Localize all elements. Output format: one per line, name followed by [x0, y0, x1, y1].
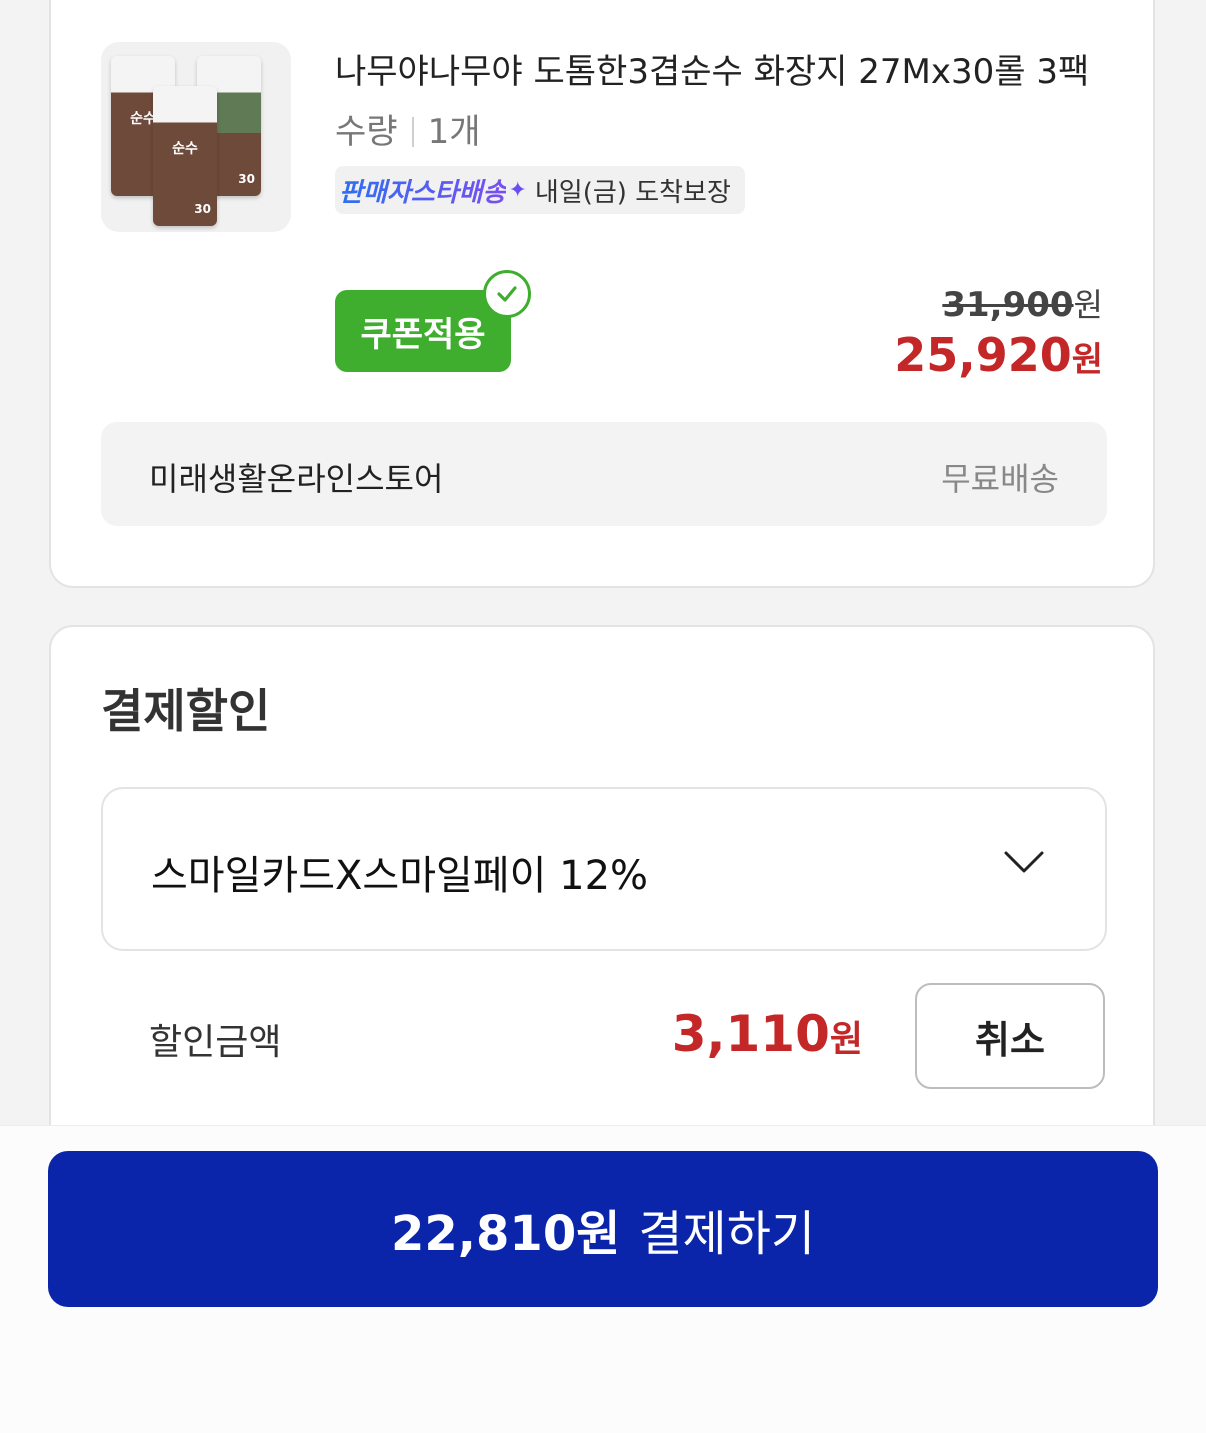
section-title: 결제할인: [101, 684, 271, 738]
original-price: 31,900원: [942, 280, 1103, 326]
pay-label: 결제하기: [638, 1206, 816, 1262]
discount-amount-label: 할인금액: [149, 1022, 282, 1063]
pay-amount: 22,810원: [390, 1206, 621, 1262]
product-card: 순수 30 순수 30 나무야나무야 도톰한3겹순수 화장지 27Mx30롤 3…: [49, 0, 1155, 588]
check-icon: [483, 270, 531, 318]
thumbnail-pack: 순수 30: [153, 86, 217, 226]
product-thumbnail[interactable]: 순수 30 순수 30: [101, 42, 291, 232]
seller-info[interactable]: 미래생활온라인스토어 무료배송: [101, 422, 1107, 526]
quantity-divider: [411, 117, 414, 147]
sparkle-icon: ✦: [508, 177, 527, 203]
shipping-fee: 무료배송: [941, 460, 1059, 498]
product-quantity: 수량 1개: [335, 104, 480, 153]
delivery-guarantee-text: 내일(금) 도착보장: [534, 177, 731, 208]
discount-amount: 3,110원: [672, 1005, 863, 1063]
currency-unit: 원: [1071, 340, 1103, 380]
star-delivery-brand: 판매자스타배송: [339, 172, 506, 209]
checkout-bar: 22,810원 결제하기: [0, 1125, 1206, 1433]
original-price-value: 31,900: [942, 285, 1074, 325]
quantity-label: 수량: [335, 112, 398, 152]
quantity-value: 1개: [427, 112, 481, 152]
payment-discount-card: 결제할인 스마일카드X스마일페이 12% 할인금액 3,110원 취소: [49, 625, 1155, 1185]
selected-card-discount: 스마일카드X스마일페이 12%: [151, 853, 649, 899]
cancel-discount-button[interactable]: 취소: [915, 983, 1105, 1089]
product-title[interactable]: 나무야나무야 도톰한3겹순수 화장지 27Mx30롤 3팩: [335, 44, 1095, 93]
thumbnail-pack-count: 30: [238, 172, 255, 186]
currency-unit: 원: [1073, 286, 1103, 324]
delivery-badge: 판매자스타배송 ✦ 내일(금) 도착보장: [335, 166, 745, 214]
sale-price-value: 25,920: [894, 328, 1072, 382]
chevron-down-icon: [1003, 849, 1045, 879]
thumbnail-pack-label: 순수: [172, 141, 198, 157]
seller-name: 미래생활온라인스토어: [149, 460, 444, 498]
sale-price: 25,920원: [894, 328, 1103, 382]
pay-button[interactable]: 22,810원 결제하기: [48, 1151, 1158, 1307]
discount-amount-value: 3,110: [671, 1005, 830, 1063]
card-discount-select[interactable]: 스마일카드X스마일페이 12%: [101, 787, 1107, 951]
thumbnail-pack-count: 30: [194, 202, 211, 216]
currency-unit: 원: [829, 1019, 863, 1060]
